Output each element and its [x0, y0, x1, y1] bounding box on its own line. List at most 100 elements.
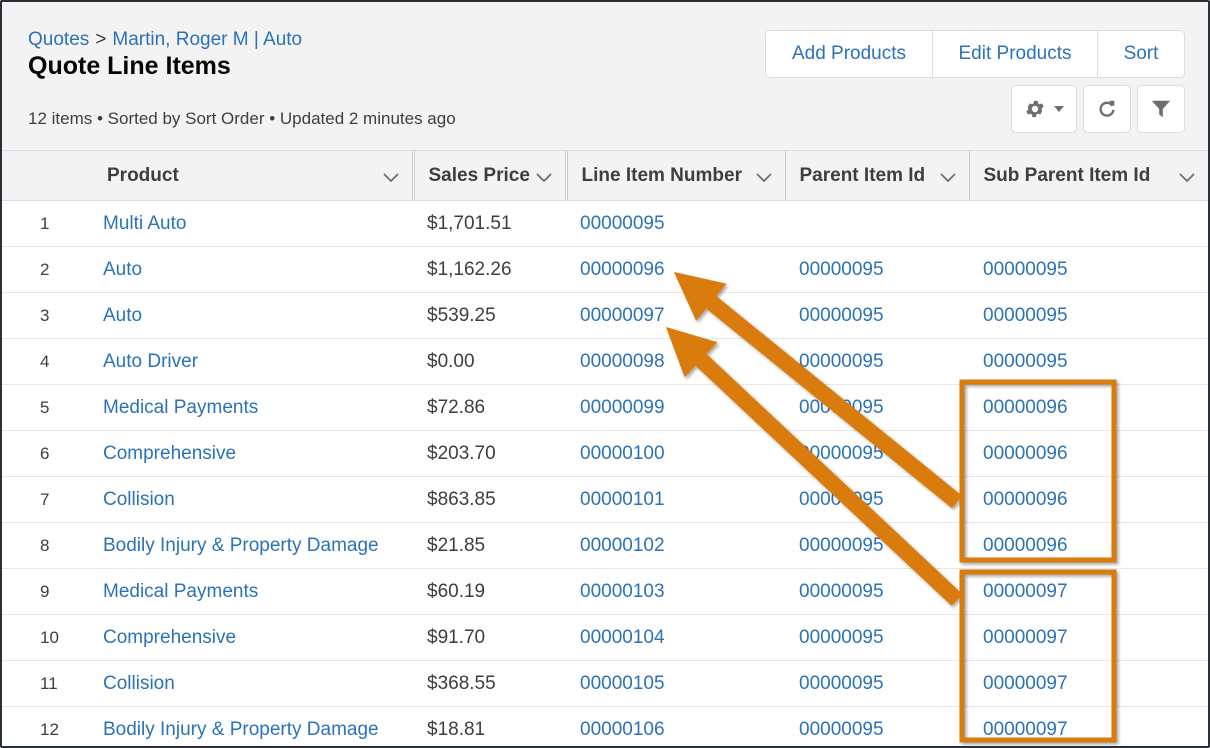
table-row: 7 Collision $863.85 00000101 00000095 0000009… [2, 476, 1208, 523]
column-label: Product [107, 164, 179, 186]
column-header-parent-item-id[interactable]: Parent Item Id [784, 151, 969, 201]
page-title: Quote Line Items [28, 52, 231, 80]
table-row: 5 Medical Payments $72.86 00000099 00000095 0… [2, 384, 1208, 431]
row-number: 6 [2, 430, 80, 477]
product-link[interactable]: Auto [80, 246, 413, 293]
chevron-down-icon[interactable] [755, 168, 773, 190]
list-settings-button[interactable] [1011, 85, 1077, 133]
row-number-header [2, 151, 80, 201]
filter-button[interactable] [1137, 85, 1185, 133]
line-item-number-link[interactable]: 00000106 [566, 706, 785, 746]
sub-parent-item-id-link[interactable]: 00000097 [969, 614, 1208, 661]
add-products-button[interactable]: Add Products [766, 31, 933, 77]
sub-parent-item-id-link[interactable]: 00000096 [969, 522, 1208, 569]
breadcrumb-quotes-link[interactable]: Quotes [28, 29, 89, 50]
product-link[interactable]: Auto [80, 292, 413, 339]
parent-item-id-link[interactable]: 00000095 [785, 476, 969, 523]
sales-price: $18.81 [413, 706, 566, 746]
parent-item-id-link[interactable]: 00000095 [785, 568, 969, 615]
sub-parent-item-id-link[interactable]: 00000096 [969, 430, 1208, 477]
filter-icon [1150, 98, 1172, 120]
row-number: 5 [2, 384, 80, 431]
product-link[interactable]: Medical Payments [80, 568, 413, 615]
product-link[interactable]: Bodily Injury & Property Damage [80, 522, 413, 569]
edit-products-button[interactable]: Edit Products [933, 31, 1098, 77]
column-label: Sales Price [428, 164, 530, 186]
sales-price: $60.19 [413, 568, 566, 615]
sub-parent-item-id-link[interactable]: 00000096 [969, 476, 1208, 523]
line-item-number-link[interactable]: 00000102 [566, 522, 785, 569]
table-header-row: Product Sales Price Line Item Number Par… [2, 151, 1208, 201]
product-link[interactable]: Bodily Injury & Property Damage [80, 706, 413, 746]
sales-price: $0.00 [413, 338, 566, 385]
sales-price: $1,162.26 [413, 246, 566, 293]
chevron-down-icon[interactable] [1178, 168, 1196, 190]
sub-parent-item-id-link[interactable]: 00000097 [969, 706, 1208, 746]
table-row: 4 Auto Driver $0.00 00000098 00000095 0000009… [2, 338, 1208, 385]
sales-price: $72.86 [413, 384, 566, 431]
sub-parent-item-id-link [969, 200, 1208, 247]
sales-price: $368.55 [413, 660, 566, 707]
row-number: 9 [2, 568, 80, 615]
parent-item-id-link[interactable]: 00000095 [785, 430, 969, 477]
column-header-line-item-number[interactable]: Line Item Number [564, 151, 785, 201]
table-row: 1 Multi Auto $1,701.51 00000095 [2, 200, 1208, 247]
column-header-product[interactable]: Product [80, 151, 413, 201]
line-item-number-link[interactable]: 00000099 [566, 384, 785, 431]
sub-parent-item-id-link[interactable]: 00000097 [969, 568, 1208, 615]
chevron-down-icon[interactable] [382, 168, 400, 190]
line-item-number-link[interactable]: 00000097 [566, 292, 785, 339]
sales-price: $863.85 [413, 476, 566, 523]
chevron-down-icon[interactable] [535, 168, 553, 190]
parent-item-id-link[interactable]: 00000095 [785, 522, 969, 569]
column-header-sales-price[interactable]: Sales Price [411, 151, 566, 201]
product-link[interactable]: Collision [80, 476, 413, 523]
line-item-number-link[interactable]: 00000095 [566, 200, 785, 247]
refresh-button[interactable] [1083, 85, 1131, 133]
parent-item-id-link[interactable]: 00000095 [785, 246, 969, 293]
chevron-down-icon[interactable] [939, 168, 957, 190]
sub-parent-item-id-link[interactable]: 00000097 [969, 660, 1208, 707]
caret-down-icon [1054, 106, 1064, 112]
parent-item-id-link[interactable]: 00000095 [785, 292, 969, 339]
sub-parent-item-id-link[interactable]: 00000095 [969, 338, 1208, 385]
sub-parent-item-id-link[interactable]: 00000095 [969, 246, 1208, 293]
sub-parent-item-id-link[interactable]: 00000096 [969, 384, 1208, 431]
product-link[interactable]: Multi Auto [80, 200, 413, 247]
parent-item-id-link [785, 200, 969, 247]
line-item-number-link[interactable]: 00000101 [566, 476, 785, 523]
table-row: 10 Comprehensive $91.70 00000104 00000095 000… [2, 614, 1208, 661]
line-item-number-link[interactable]: 00000096 [566, 246, 785, 293]
line-item-number-link[interactable]: 00000098 [566, 338, 785, 385]
column-label: Sub Parent Item Id [983, 164, 1151, 186]
product-link[interactable]: Comprehensive [80, 430, 413, 477]
parent-item-id-link[interactable]: 00000095 [785, 660, 969, 707]
sales-price: $91.70 [413, 614, 566, 661]
line-item-number-link[interactable]: 00000104 [566, 614, 785, 661]
sort-button[interactable]: Sort [1098, 31, 1184, 77]
row-number: 10 [2, 614, 80, 661]
row-number: 8 [2, 522, 80, 569]
product-link[interactable]: Auto Driver [80, 338, 413, 385]
sub-parent-item-id-link[interactable]: 00000095 [969, 292, 1208, 339]
parent-item-id-link[interactable]: 00000095 [785, 384, 969, 431]
row-number: 11 [2, 660, 80, 707]
line-item-number-link[interactable]: 00000100 [566, 430, 785, 477]
product-link[interactable]: Medical Payments [80, 384, 413, 431]
parent-item-id-link[interactable]: 00000095 [785, 706, 969, 746]
line-item-number-link[interactable]: 00000103 [566, 568, 785, 615]
row-number: 1 [2, 200, 80, 247]
breadcrumb-separator: > [95, 29, 107, 50]
parent-item-id-link[interactable]: 00000095 [785, 338, 969, 385]
table-row: 6 Comprehensive $203.70 00000100 00000095 000… [2, 430, 1208, 477]
line-item-number-link[interactable]: 00000105 [566, 660, 785, 707]
table-row: 3 Auto $539.25 00000097 00000095 00000095 [2, 292, 1208, 339]
product-link[interactable]: Collision [80, 660, 413, 707]
table-row: 12 Bodily Injury & Property Damage $18.81 0… [2, 706, 1208, 746]
breadcrumb: Quotes > Martin, Roger M | Auto [28, 29, 302, 51]
column-header-sub-parent-item-id[interactable]: Sub Parent Item Id [968, 151, 1208, 201]
product-link[interactable]: Comprehensive [80, 614, 413, 661]
breadcrumb-record-link[interactable]: Martin, Roger M | Auto [112, 29, 302, 50]
parent-item-id-link[interactable]: 00000095 [785, 614, 969, 661]
sales-price: $21.85 [413, 522, 566, 569]
